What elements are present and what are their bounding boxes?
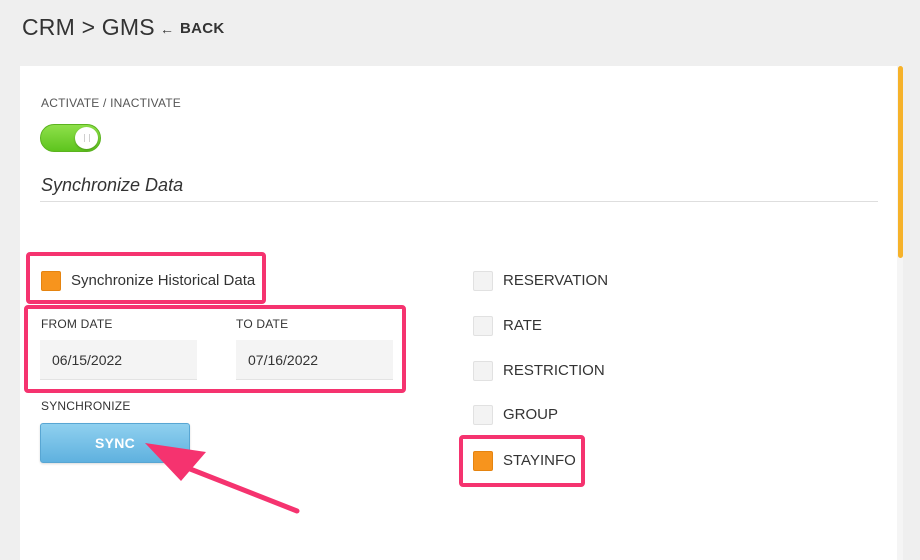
group-checkbox[interactable] xyxy=(473,405,493,425)
restriction-checkbox[interactable] xyxy=(473,361,493,381)
group-label: GROUP xyxy=(503,406,559,423)
back-button-label: BACK xyxy=(180,20,225,37)
activate-label: ACTIVATE / INACTIVATE xyxy=(41,96,181,110)
toggle-knob-icon xyxy=(75,127,98,149)
rate-label: RATE xyxy=(503,317,542,334)
synchronize-label: SYNCHRONIZE xyxy=(41,399,131,413)
reservation-label: RESERVATION xyxy=(503,272,609,289)
activate-toggle[interactable] xyxy=(40,124,101,152)
stayinfo-checkbox[interactable] xyxy=(473,451,493,471)
from-date-input[interactable] xyxy=(40,340,197,380)
back-button[interactable]: ← BACK xyxy=(160,20,225,37)
section-title: Synchronize Data xyxy=(41,175,184,195)
reservation-checkbox[interactable] xyxy=(473,271,493,291)
stayinfo-label: STAYINFO xyxy=(503,452,576,469)
sync-button[interactable]: SYNC xyxy=(40,423,190,463)
historical-data-label: Synchronize Historical Data xyxy=(71,272,256,289)
from-date-label: FROM DATE xyxy=(41,317,113,331)
page-title: CRM > GMS xyxy=(22,14,155,40)
section-divider xyxy=(40,201,878,202)
restriction-label: RESTRICTION xyxy=(503,362,605,379)
historical-data-checkbox[interactable] xyxy=(41,271,61,291)
content-panel xyxy=(20,66,898,560)
to-date-label: TO DATE xyxy=(236,317,289,331)
arrow-left-icon: ← xyxy=(160,20,174,37)
to-date-input[interactable] xyxy=(236,340,393,380)
top-bar: CRM > GMS ← BACK xyxy=(0,0,920,60)
scrollbar-thumb[interactable] xyxy=(898,66,903,258)
rate-checkbox[interactable] xyxy=(473,316,493,336)
